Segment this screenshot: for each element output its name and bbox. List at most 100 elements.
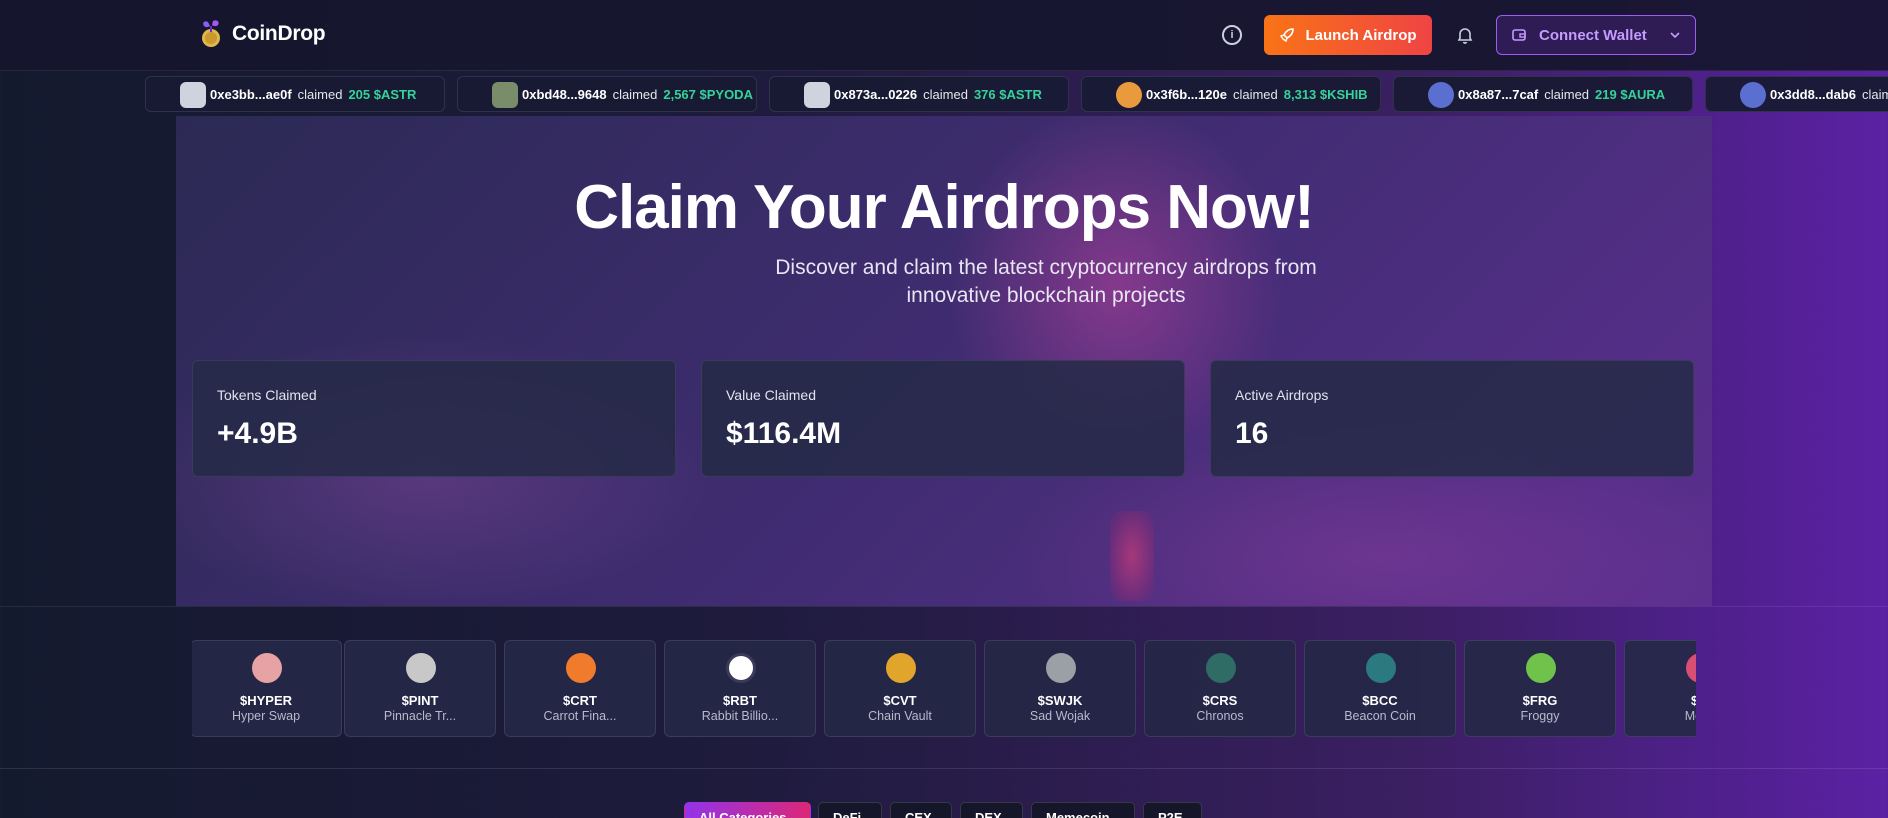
page-subtitle: Discover and claim the latest cryptocurr… [775, 256, 1317, 307]
stat-card-value-claimed: Value Claimed $116.4M [701, 360, 1185, 477]
token-card-hyper[interactable]: $HYPER Hyper Swap [192, 640, 342, 737]
token-card-bcc[interactable]: $BCC Beacon Coin [1304, 640, 1456, 737]
token-symbol: $SWJK [1037, 693, 1083, 708]
wallet-address: 0x873a...0226 [834, 86, 918, 102]
token-carousel-viewport: $HYPER Hyper Swap $PINT Pinnacle Tr... $… [192, 640, 1696, 738]
token-card-m[interactable]: $M Monk [1624, 640, 1696, 737]
token-card-swjk[interactable]: $SWJK Sad Wojak [984, 640, 1136, 737]
hero-section: Claim Your Airdrops Now! Discover and cl… [176, 116, 1712, 606]
launch-airdrop-label: Launch Airdrop [1305, 26, 1417, 44]
ticker-item: 0xbd48...9648 claimed 2,567 $PYODA [457, 76, 757, 112]
token-card-cvt[interactable]: $CVT Chain Vault [824, 640, 976, 737]
tab-cex[interactable]: CEX [890, 802, 952, 818]
token-symbol: $CVT [883, 693, 917, 708]
user-avatar [1740, 82, 1766, 108]
beacon-coin-token-icon [1366, 653, 1396, 683]
token-name: Monk [1684, 709, 1696, 723]
tab-dex[interactable]: DEX [960, 802, 1023, 818]
claims-ticker: 0xe3bb...ae0f claimed 205 $ASTR 0xbd48..… [0, 71, 1888, 116]
ticker-item: 0xe3bb...ae0f claimed 205 $ASTR [145, 76, 445, 112]
rocket-icon [1280, 28, 1295, 43]
ticker-item: 0x8a87...7caf claimed 219 $AURA [1393, 76, 1693, 112]
token-card-frg[interactable]: $FRG Froggy [1464, 640, 1616, 737]
token-card-pint[interactable]: $PINT Pinnacle Tr... [344, 640, 496, 737]
token-name: Beacon Coin [1344, 709, 1416, 723]
wallet-address: 0xe3bb...ae0f [210, 86, 292, 102]
claimed-amount: 219 $AURA [1595, 86, 1666, 102]
claimed-amount: 2,567 $PYODA [663, 86, 753, 102]
hyper-token-icon [252, 653, 282, 683]
claimed-text: claimed [923, 86, 968, 102]
token-carousel: $HYPER Hyper Swap $PINT Pinnacle Tr... $… [0, 606, 1888, 769]
claimed-text: claimed [1544, 86, 1590, 102]
claimed-text: claimed [612, 86, 658, 102]
monk-token-icon [1686, 653, 1696, 683]
user-avatar [1116, 82, 1142, 108]
sad-wojak-token-icon [1046, 653, 1076, 683]
brand-name: CoinDrop [232, 22, 326, 45]
user-avatar [180, 82, 206, 108]
tab-defi[interactable]: DeFi [818, 802, 882, 818]
token-symbol: $RBT [723, 693, 757, 708]
rabbit-token-icon [726, 653, 756, 683]
coindrop-logo-icon [198, 18, 224, 50]
token-symbol: $CRS [1202, 693, 1238, 708]
token-card-crt[interactable]: $CRT Carrot Fina... [504, 640, 656, 737]
brand-logo[interactable]: CoinDrop [198, 18, 326, 50]
tab-memecoin[interactable]: Memecoin [1031, 802, 1135, 818]
claimed-amount: 8,313 $KSHIB [1283, 86, 1368, 102]
token-symbol: $PINT [401, 693, 439, 708]
token-name: Sad Wojak [1029, 709, 1091, 723]
chronos-token-icon [1206, 653, 1236, 683]
stat-label: Value Claimed [726, 387, 817, 403]
wallet-icon [1512, 29, 1526, 41]
info-icon[interactable]: i [1222, 25, 1242, 45]
claimed-text: claimed [297, 86, 343, 102]
wallet-address: 0x8a87...7caf [1458, 86, 1539, 102]
claimed-text: claimed [1861, 86, 1888, 102]
tab-p2e[interactable]: P2E [1143, 802, 1202, 818]
page-title: Claim Your Airdrops Now! [574, 173, 1315, 242]
claimed-text: claimed [1232, 86, 1278, 102]
stat-label: Active Airdrops [1235, 387, 1329, 403]
tab-all-categories[interactable]: All Categories [684, 802, 811, 818]
token-name: Pinnacle Tr... [383, 709, 457, 723]
top-navbar: CoinDrop i Launch Airdrop Connect Wallet [0, 0, 1888, 71]
chain-vault-token-icon [886, 653, 916, 683]
chevron-down-icon [1670, 32, 1680, 39]
token-symbol: $FRG [1522, 693, 1558, 708]
token-name: Chain Vault [868, 709, 932, 723]
balloon-decoration [1110, 511, 1154, 601]
ticker-item: 0x3dd8...dab6 claimed [1705, 76, 1888, 112]
connect-wallet-label: Connect Wallet [1539, 26, 1647, 44]
ticker-item: 0x873a...0226 claimed 376 $ASTR [769, 76, 1069, 112]
claimed-amount: 205 $ASTR [348, 86, 417, 102]
claimed-amount: 376 $ASTR [973, 86, 1042, 102]
token-symbol: $CRT [563, 693, 597, 708]
user-avatar [1428, 82, 1454, 108]
stat-value: $116.4M [726, 417, 842, 450]
token-name: Rabbit Billio... [701, 709, 779, 723]
token-name: Froggy [1520, 709, 1560, 723]
wallet-address: 0xbd48...9648 [522, 86, 607, 102]
stat-card-active-airdrops: Active Airdrops 16 [1210, 360, 1694, 477]
token-card-crs[interactable]: $CRS Chronos [1144, 640, 1296, 737]
launch-airdrop-button[interactable]: Launch Airdrop [1264, 15, 1432, 55]
wallet-address: 0x3dd8...dab6 [1770, 86, 1856, 102]
user-avatar [804, 82, 830, 108]
token-symbol: $M [1690, 693, 1696, 708]
token-card-rbt[interactable]: $RBT Rabbit Billio... [664, 640, 816, 737]
token-name: Chronos [1196, 709, 1244, 723]
carrot-token-icon [566, 653, 596, 683]
ticker-item: 0x3f6b...120e claimed 8,313 $KSHIB [1081, 76, 1381, 112]
stat-value: +4.9B [217, 417, 298, 450]
token-symbol: $HYPER [239, 693, 293, 708]
pint-token-icon [406, 653, 436, 683]
token-symbol: $BCC [1362, 693, 1398, 708]
froggy-token-icon [1526, 653, 1556, 683]
stat-label: Tokens Claimed [217, 387, 317, 403]
token-name: Carrot Fina... [543, 709, 617, 723]
token-name: Hyper Swap [231, 709, 301, 723]
bell-icon[interactable] [1455, 25, 1475, 45]
connect-wallet-button[interactable]: Connect Wallet [1496, 15, 1696, 55]
